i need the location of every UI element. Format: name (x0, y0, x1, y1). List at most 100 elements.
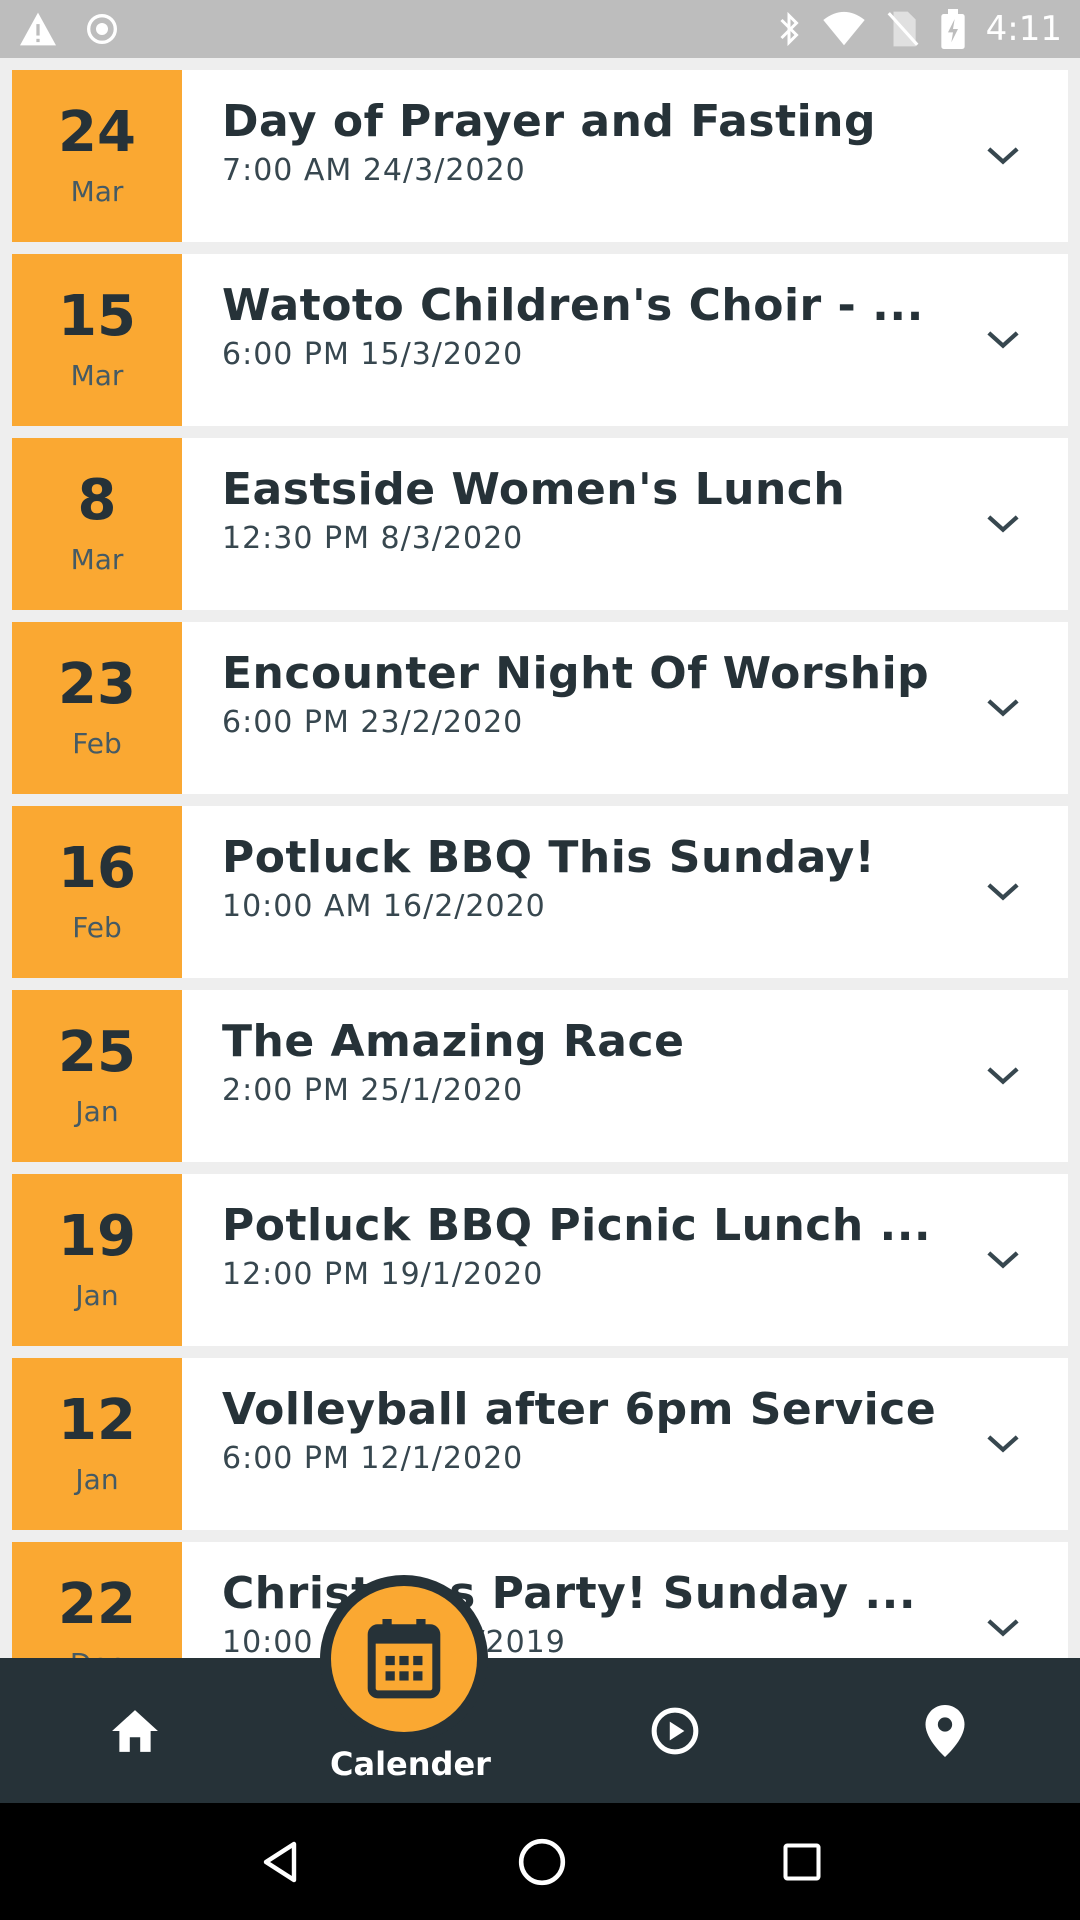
event-list[interactable]: 24 Mar Day of Prayer and Fasting 7:00 AM 24… (0, 58, 1080, 1658)
expand-button[interactable] (938, 622, 1068, 794)
battery-icon (940, 9, 965, 49)
event-title: Potluck BBQ This Sunday! (222, 832, 876, 883)
expand-button[interactable] (938, 990, 1068, 1162)
event-info: Eastside Women's Lunch 12:30 PM 8/3/2020 (182, 438, 938, 610)
event-info: Watoto Children's Choir - ... 6:00 PM 15/… (182, 254, 938, 426)
event-info: The Amazing Race 2:00 PM 25/1/2020 (182, 990, 938, 1162)
event-info: Potluck BBQ Picnic Lunch ... 12:00 PM 19/… (182, 1174, 938, 1346)
event-day: 16 (58, 835, 136, 901)
wifi-icon (822, 11, 865, 46)
event-row[interactable]: 25 Jan The Amazing Race 2:00 PM 25/1/2020 (12, 990, 1068, 1162)
event-info: Christmas Party! Sunday ...10:00 AM 22/1… (182, 1542, 938, 1658)
event-month: Jan (75, 1462, 119, 1496)
event-time: 12:00 PM 19/1/2020 (222, 1257, 544, 1292)
expand-button[interactable] (938, 806, 1068, 978)
warning-icon (20, 12, 56, 46)
bluetooth-icon (780, 11, 799, 47)
expand-button[interactable] (938, 1358, 1068, 1530)
event-time: 6:00 PM 23/2/2020 (222, 705, 524, 740)
chevron-down-icon (987, 1619, 1019, 1637)
event-day: 22 (58, 1571, 136, 1637)
event-title: Christmas Party! Sunday ... (222, 1568, 917, 1619)
event-date: 23 Feb (12, 622, 182, 794)
nav-calender-label[interactable]: Calender (330, 1745, 491, 1783)
event-date: 12 Jan (12, 1358, 182, 1530)
event-day: 12 (58, 1387, 136, 1453)
play-icon (651, 1707, 699, 1754)
event-time: 2:00 PM 25/1/2020 (222, 1073, 524, 1108)
calendar-icon (367, 1619, 441, 1699)
home-circle-icon[interactable] (517, 1837, 567, 1887)
chevron-down-icon (987, 515, 1019, 533)
nav-location[interactable] (890, 1658, 1000, 1803)
expand-button[interactable] (938, 438, 1068, 610)
event-month: Jan (75, 1278, 119, 1312)
bottom-nav (0, 1658, 1080, 1803)
event-day: 19 (58, 1203, 136, 1269)
event-date: 8 Mar (12, 438, 182, 610)
event-title: Potluck BBQ Picnic Lunch ... (222, 1200, 932, 1251)
event-row[interactable]: 23 Feb Encounter Night Of Worship 6:00 PM 2… (12, 622, 1068, 794)
event-month: Feb (72, 910, 122, 944)
record-icon (87, 14, 117, 44)
event-date: 22 Dec (12, 1542, 182, 1658)
nav-media[interactable] (620, 1658, 730, 1803)
event-month: Feb (72, 726, 122, 760)
expand-button[interactable] (938, 1542, 1068, 1658)
event-time: 12:30 PM 8/3/2020 (222, 521, 524, 556)
event-time: 10:00 AM 16/2/2020 (222, 889, 546, 924)
event-time: 7:00 AM 24/3/2020 (222, 153, 526, 188)
event-title: Encounter Night Of Worship (222, 648, 930, 699)
event-title: Day of Prayer and Fasting (222, 96, 877, 147)
event-month: Dec (70, 1647, 124, 1659)
nav-calender-button[interactable] (320, 1575, 488, 1743)
event-time: 6:00 PM 12/1/2020 (222, 1441, 524, 1476)
event-title: Eastside Women's Lunch (222, 464, 846, 515)
event-month: Jan (75, 1094, 119, 1128)
event-title: Watoto Children's Choir - ... (222, 280, 924, 331)
expand-button[interactable] (938, 1174, 1068, 1346)
chevron-down-icon (987, 699, 1019, 717)
event-month: Mar (70, 542, 124, 576)
event-month: Mar (70, 358, 124, 392)
chevron-down-icon (987, 147, 1019, 165)
event-date: 15 Mar (12, 254, 182, 426)
event-row[interactable]: 16 Feb Potluck BBQ This Sunday! 10:00 AM 16… (12, 806, 1068, 978)
status-bar: 4:11 (0, 0, 1080, 58)
event-row[interactable]: 12 Jan Volleyball after 6pm Service! 6:00 P… (12, 1358, 1068, 1530)
recents-icon[interactable] (780, 1840, 824, 1884)
chevron-down-icon (987, 883, 1019, 901)
location-pin-icon (925, 1704, 965, 1757)
clock: 4:11 (985, 9, 1062, 49)
chevron-down-icon (987, 1067, 1019, 1085)
event-date: 24 Mar (12, 70, 182, 242)
event-month: Mar (70, 174, 124, 208)
expand-button[interactable] (938, 254, 1068, 426)
event-day: 24 (58, 99, 136, 165)
event-date: 16 Feb (12, 806, 182, 978)
event-title: Volleyball after 6pm Service! (222, 1384, 938, 1435)
event-date: 25 Jan (12, 990, 182, 1162)
event-title: The Amazing Race (222, 1016, 685, 1067)
event-info: Potluck BBQ This Sunday! 10:00 AM 16/2/20… (182, 806, 938, 978)
event-time: 6:00 PM 15/3/2020 (222, 337, 524, 372)
event-date: 19 Jan (12, 1174, 182, 1346)
no-sim-icon (887, 11, 919, 47)
nav-home[interactable] (80, 1658, 190, 1803)
chevron-down-icon (987, 1251, 1019, 1269)
event-row[interactable]: 15 Mar Watoto Children's Choir - ... 6:00 P… (12, 254, 1068, 426)
system-nav-bar (0, 1803, 1080, 1920)
event-row[interactable]: 19 Jan Potluck BBQ Picnic Lunch ... 12:00 P… (12, 1174, 1068, 1346)
chevron-down-icon (987, 331, 1019, 349)
expand-button[interactable] (938, 70, 1068, 242)
event-info: Day of Prayer and Fasting 7:00 AM 24/3/20… (182, 70, 938, 242)
event-day: 23 (58, 651, 136, 717)
event-day: 15 (58, 283, 136, 349)
event-day: 8 (77, 467, 117, 533)
event-row[interactable]: 8 Mar Eastside Women's Lunch 12:30 PM 8/3/2… (12, 438, 1068, 610)
chevron-down-icon (987, 1435, 1019, 1453)
event-row[interactable]: 24 Mar Day of Prayer and Fasting 7:00 AM 24… (12, 70, 1068, 242)
back-icon[interactable] (256, 1837, 304, 1887)
home-icon (112, 1709, 158, 1752)
event-row[interactable]: 22 Dec Christmas Party! Sunday ...10:00 AM… (12, 1542, 1068, 1658)
